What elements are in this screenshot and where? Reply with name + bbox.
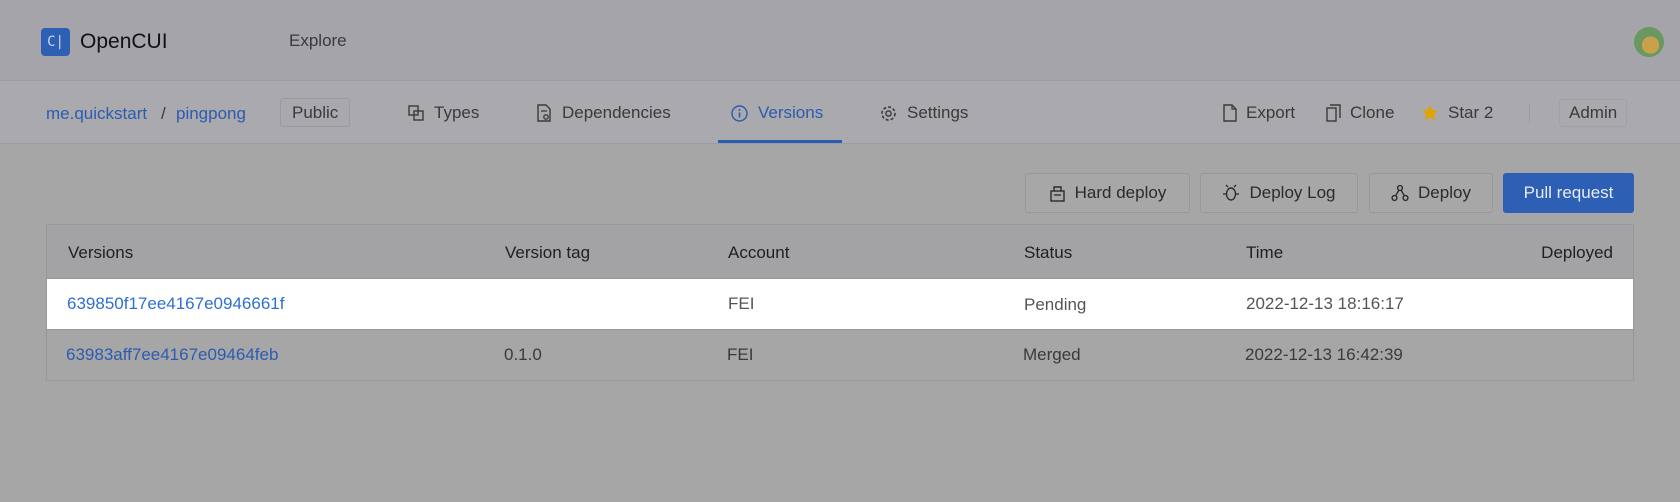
hard-deploy-label: Hard deploy bbox=[1074, 183, 1167, 202]
divider bbox=[1529, 105, 1530, 123]
project-header: me.quickstart / pingpong Public Types De… bbox=[0, 81, 1680, 144]
version-id-link[interactable]: 63983aff7ee4167e09464feb bbox=[66, 345, 278, 365]
bug-icon bbox=[1223, 184, 1240, 201]
table-header: Versions Version tag Account Status Time… bbox=[47, 225, 1633, 279]
account-cell: FEI bbox=[727, 345, 754, 364]
visibility-badge: Public bbox=[280, 98, 351, 127]
tab-types[interactable]: Types bbox=[408, 103, 479, 123]
version-tag-cell: 0.1.0 bbox=[504, 345, 542, 364]
time-cell: 2022-12-13 16:42:39 bbox=[1245, 345, 1403, 364]
status-cell: Merged bbox=[1023, 345, 1081, 364]
building-icon bbox=[1049, 185, 1065, 202]
account-cell: FEI bbox=[728, 294, 755, 313]
tab-label: Versions bbox=[758, 103, 824, 122]
deploy-button[interactable]: Deploy bbox=[1369, 173, 1493, 213]
table-row[interactable]: 63983aff7ee4167e09464feb 0.1.0 FEI Merge… bbox=[47, 329, 1633, 380]
deploy-icon bbox=[1391, 184, 1409, 202]
deploy-label: Deploy bbox=[1418, 183, 1471, 202]
deploy-log-label: Deploy Log bbox=[1249, 183, 1336, 202]
star-icon bbox=[1422, 105, 1438, 121]
tab-label: Settings bbox=[907, 103, 969, 122]
clone-button[interactable]: Clone bbox=[1326, 103, 1394, 123]
hard-deploy-button[interactable]: Hard deploy bbox=[1025, 173, 1190, 213]
copy-icon bbox=[1326, 104, 1341, 122]
types-icon bbox=[408, 105, 424, 121]
version-id-link[interactable]: 639850f17ee4167e0946661f bbox=[67, 294, 284, 314]
dependencies-icon bbox=[537, 104, 551, 122]
gear-icon bbox=[881, 105, 896, 121]
logo[interactable]: C| OpenCUI bbox=[41, 28, 168, 56]
export-button[interactable]: Export bbox=[1223, 103, 1295, 123]
export-label: Export bbox=[1246, 103, 1296, 122]
table-row[interactable]: 639850f17ee4167e0946661f FEI Pending 202… bbox=[47, 279, 1633, 329]
column-header-version-tag: Version tag bbox=[505, 243, 591, 262]
column-header-time: Time bbox=[1246, 243, 1284, 262]
deploy-log-button[interactable]: Deploy Log bbox=[1200, 173, 1358, 213]
pull-request-button[interactable]: Pull request bbox=[1503, 173, 1634, 213]
app-name: OpenCUI bbox=[80, 30, 168, 53]
tab-label: Types bbox=[434, 103, 480, 122]
breadcrumb-separator: / bbox=[161, 104, 166, 123]
pull-request-label: Pull request bbox=[1523, 183, 1614, 202]
tab-dependencies[interactable]: Dependencies bbox=[536, 103, 671, 123]
opencui-logo-icon: C| bbox=[41, 28, 70, 56]
breadcrumb-project[interactable]: pingpong bbox=[176, 104, 246, 124]
tab-label: Dependencies bbox=[562, 103, 671, 122]
admin-button[interactable]: Admin bbox=[1559, 99, 1628, 127]
star-button[interactable]: Star 2 bbox=[1421, 103, 1493, 123]
clone-label: Clone bbox=[1350, 103, 1395, 122]
column-header-deployed: Deployed bbox=[1541, 243, 1613, 262]
column-header-versions: Versions bbox=[68, 243, 134, 262]
tab-settings[interactable]: Settings bbox=[880, 103, 968, 123]
star-label: Star 2 bbox=[1448, 103, 1494, 122]
explore-link[interactable]: Explore bbox=[289, 31, 347, 51]
export-icon bbox=[1223, 104, 1237, 122]
column-header-account: Account bbox=[728, 243, 790, 262]
column-header-status: Status bbox=[1024, 243, 1073, 262]
info-icon bbox=[731, 104, 748, 122]
user-avatar[interactable] bbox=[1634, 27, 1664, 57]
tab-versions[interactable]: Versions bbox=[731, 103, 823, 123]
active-tab-indicator bbox=[718, 140, 842, 143]
status-cell: Pending bbox=[1024, 295, 1087, 314]
versions-table: Versions Version tag Account Status Time… bbox=[46, 224, 1634, 381]
top-navbar: C| OpenCUI Explore bbox=[0, 0, 1680, 81]
time-cell: 2022-12-13 18:16:17 bbox=[1246, 294, 1404, 313]
breadcrumb-org[interactable]: me.quickstart bbox=[46, 104, 147, 124]
